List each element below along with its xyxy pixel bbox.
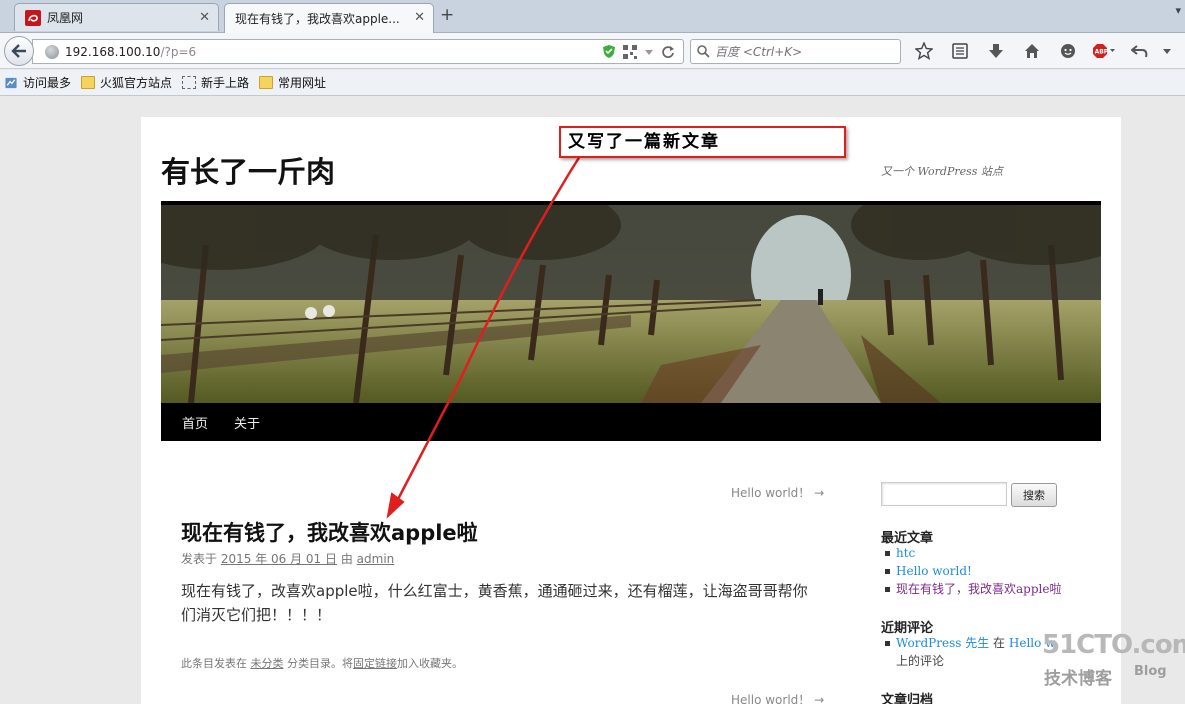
bookmark-most-visited[interactable]: 访问最多 [4,74,71,91]
page-viewport: 有长了一斤肉 又一个 WordPress 站点 首页 关于 Hello worl… [0,97,1185,704]
footer-prefix: 此条目发表在 [181,657,247,670]
meta-by: 由 [340,552,353,566]
sidebar-search-button[interactable]: 搜索 [1011,483,1057,507]
site-title[interactable]: 有长了一斤肉 [161,149,335,191]
page-icon [182,76,197,89]
list-item: 上的评论 [885,652,1055,670]
download-icon[interactable] [978,39,1014,63]
bookmark-getting-started[interactable]: 新手上路 [182,74,249,91]
annotation-callout: 又写了一篇新文章 [559,126,846,158]
close-tab-icon[interactable]: ✕ [414,10,425,25]
tab-title: 凤凰网 [47,11,84,25]
recent-post-link[interactable]: 现在有钱了，我改喜欢apple啦 [896,580,1061,598]
bookmark-common-sites[interactable]: 常用网址 [259,74,326,91]
bookmark-firefox-site[interactable]: 火狐官方站点 [81,74,172,91]
permalink-link[interactable]: 固定链接 [353,657,397,670]
recent-post-link[interactable]: Hello world! [896,562,972,580]
bookmark-star-icon[interactable] [906,39,942,63]
tab-list-icon[interactable]: ▾ [1175,4,1181,17]
post-meta: 发表于 2015 年 06 月 01 日 由 admin [181,550,394,567]
bookmark-label: 访问最多 [23,76,72,90]
svg-text:ABP: ABP [1095,49,1109,56]
archives-title: 文章归档 [881,693,934,704]
site-watermark: 51CTO.com 技术博客 Blog [1042,630,1185,690]
tab-current[interactable]: 现在有钱了，我改喜欢apple... ✕ [224,3,434,33]
site-description: 又一个 WordPress 站点 [881,165,1003,178]
most-visited-icon [5,77,17,89]
recent-posts-list: htc Hello world! 现在有钱了，我改喜欢apple啦 [885,544,1061,598]
comment-author-link[interactable]: WordPress 先生 [896,634,989,652]
navigation-toolbar: 192.168.100.10/?p=6 ABP [0,33,1185,69]
home-icon[interactable] [1014,39,1050,63]
watermark-main: 51CTO.com [1042,630,1185,660]
tab-bar: 凤凰网 ✕ 现在有钱了，我改喜欢apple... ✕ + ▾ [0,0,1185,33]
url-host: 192.168.100.10 [65,44,161,59]
post-title[interactable]: 现在有钱了，我改喜欢apple啦 [181,517,478,547]
bookmarks-menu-icon[interactable] [942,39,978,63]
back-arrow-icon [11,44,26,58]
back-button[interactable] [4,36,34,66]
list-item: 现在有钱了，我改喜欢apple啦 [885,580,1061,598]
post-footer: 此条目发表在 未分类 分类目录。将固定链接加入收藏夹。 [181,655,463,671]
tab-fenghuang[interactable]: 凤凰网 ✕ [14,3,219,31]
next-post-link-bottom[interactable]: Hello world！ → [731,691,824,704]
bookmark-label: 常用网址 [278,76,327,90]
meta-prefix: 发表于 [181,552,218,566]
menu-item-home[interactable]: 首页 [173,413,217,432]
globe-icon [45,44,59,59]
menu-dropdown-icon[interactable] [1158,39,1176,63]
recent-comments-list: WordPress 先生 在 Hello w 上的评论 [885,634,1055,670]
search-icon [697,45,710,58]
comment-suffix: 上的评论 [896,654,945,668]
watermark-sub: 技术博客 [1044,669,1112,689]
close-tab-icon[interactable]: ✕ [199,10,210,25]
search-input[interactable] [715,44,895,59]
tree-lined-road-image [161,205,1101,403]
adblock-icon[interactable]: ABP [1086,39,1122,63]
menu-item-about[interactable]: 关于 [225,413,269,432]
main-menu: 首页 关于 [161,403,1101,441]
list-item: WordPress 先生 在 Hello w [885,634,1055,652]
bookmark-label: 新手上路 [201,76,250,90]
header-image [161,201,1101,403]
post-author-link[interactable]: admin [357,552,395,566]
list-item: Hello world! [885,562,1061,580]
footer-suffix: 加入收藏夹。 [397,657,463,670]
footer-mid: 分类目录。将 [287,657,353,670]
search-bar[interactable] [690,39,901,64]
bookmark-label: 火狐官方站点 [100,76,173,90]
sidebar-search-input[interactable] [881,482,1007,506]
post-content: 现在有钱了，改喜欢apple啦，什么红富士，黄香蕉，通通砸过来，还有榴莲，让海盗… [181,582,808,624]
next-post-link[interactable]: Hello world！ → [731,484,824,501]
url-bar[interactable]: 192.168.100.10/?p=6 [32,39,684,64]
post-date-link[interactable]: 2015 年 06 月 01 日 [221,552,337,566]
fenghuang-favicon-icon [25,9,41,26]
dropdown-arrow-icon[interactable] [644,47,654,57]
shield-icon[interactable] [602,44,616,59]
list-item: htc [885,544,1061,562]
category-link[interactable]: 未分类 [251,657,284,670]
wordpress-page: 有长了一斤肉 又一个 WordPress 站点 首页 关于 Hello worl… [141,117,1121,704]
qr-code-icon[interactable] [623,44,637,59]
url-path: /?p=6 [160,44,197,59]
watermark-blog: Blog [1134,664,1167,679]
recent-post-link[interactable]: htc [896,544,915,562]
bookmarks-toolbar: 访问最多 火狐官方站点 新手上路 常用网址 [0,70,1185,96]
url-text[interactable]: 192.168.100.10/?p=6 [65,45,196,59]
new-tab-button[interactable]: + [440,5,454,25]
folder-icon [81,76,96,89]
chat-icon[interactable] [1050,39,1086,63]
undo-icon[interactable] [1122,39,1158,63]
folder-icon [259,76,274,89]
reload-icon[interactable] [661,45,675,59]
tab-title: 现在有钱了，我改喜欢apple... [235,12,400,26]
comment-in: 在 [993,636,1006,650]
